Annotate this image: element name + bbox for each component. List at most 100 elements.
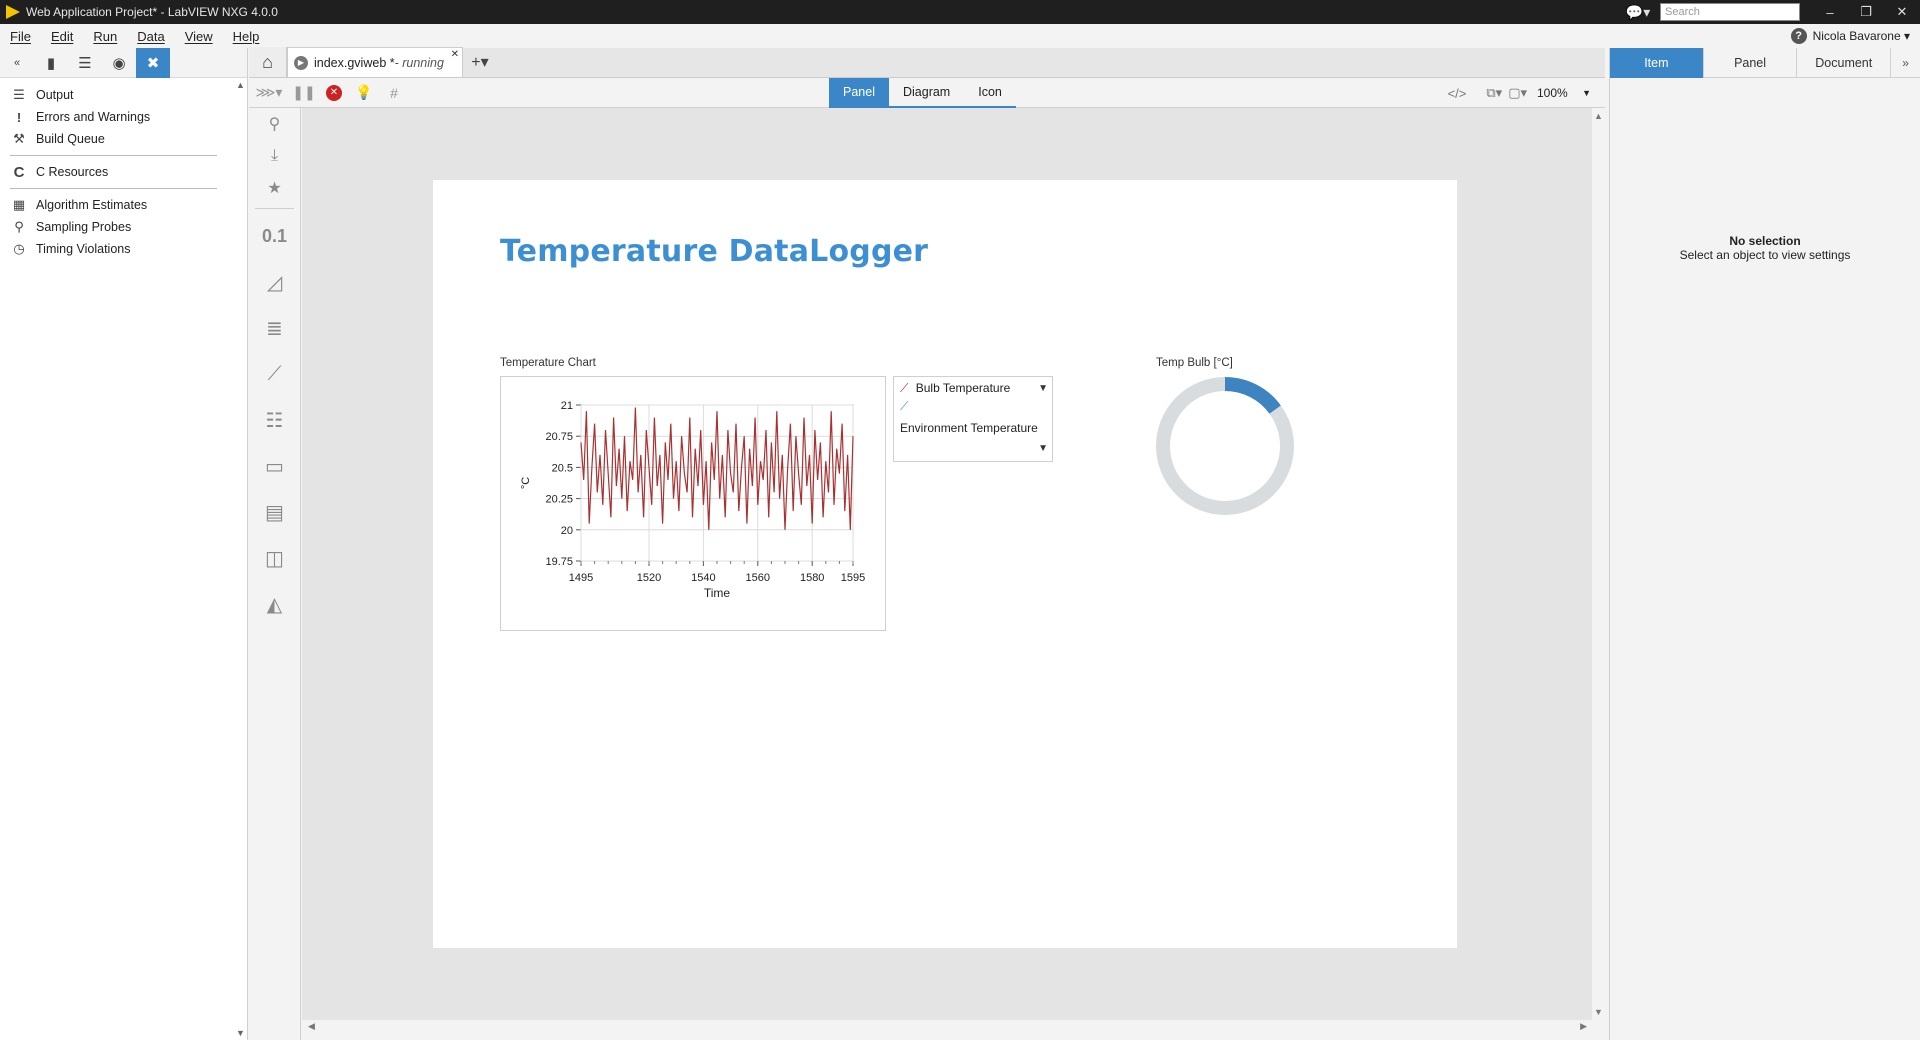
left-panel: « ▮ ☰ ◉ ✖ ☰ Output ! Errors and Warnings… (0, 47, 248, 1040)
scroll-down-icon[interactable]: ▼ (236, 1028, 245, 1038)
numeric-icon[interactable]: 0.1 (249, 213, 300, 259)
hammer-icon: ⚒ (13, 131, 25, 146)
container-icon[interactable]: ▤ (249, 489, 300, 535)
tab-document[interactable]: Document (1797, 48, 1892, 78)
no-selection-message: No selection Select an object to view se… (1610, 234, 1920, 262)
left-item-algorithm-estimates[interactable]: ▦ Algorithm Estimates (0, 194, 247, 216)
x-tick-label: 1540 (691, 572, 715, 584)
legend-dropdown-icon[interactable]: ▼ (1038, 383, 1048, 394)
clock-icon: ◷ (13, 241, 25, 256)
menu-data[interactable]: Data (127, 29, 174, 44)
minimize-button[interactable]: – (1812, 5, 1848, 20)
tab-item[interactable]: Item (1610, 48, 1704, 78)
left-item-build-queue[interactable]: ⚒ Build Queue (0, 128, 247, 150)
dropdown-icon[interactable]: ▭ (249, 443, 300, 489)
user-menu[interactable]: Nicola Bavarone ▾ (1813, 29, 1910, 43)
string-icon[interactable]: ≣ (249, 305, 300, 351)
y-tick-label: 20.75 (545, 431, 573, 443)
run-icon[interactable]: ⋙▾ (249, 78, 289, 108)
shapes-icon[interactable]: ◭ (249, 581, 300, 627)
code-icon[interactable]: </> (1448, 86, 1467, 101)
home-icon[interactable]: ⌂ (249, 47, 287, 77)
scroll-left-icon[interactable]: ◀ (308, 1021, 315, 1032)
x-tick-label: 1595 (841, 572, 865, 584)
left-item-timing-violations[interactable]: ◷ Timing Violations (0, 238, 247, 260)
table-icon[interactable]: ☷ (249, 397, 300, 443)
tools-icon[interactable]: ✖ (136, 47, 170, 78)
tab-icon[interactable]: Icon (964, 78, 1016, 106)
close-button[interactable]: ✕ (1884, 4, 1920, 20)
canvas-vertical-scrollbar[interactable]: ▲ ▼ (1592, 108, 1605, 1020)
restore-button[interactable]: ❐ (1848, 4, 1884, 20)
palette-strip: ⚲ ⤓ ★ 0.1 ◿ ≣ ⟋ ☷ ▭ ▤ ◫ ◭ (249, 108, 301, 1040)
retain-values-icon[interactable]: # (379, 78, 409, 108)
menu-bar: File Edit Run Data View Help ? Nicola Ba… (0, 24, 1920, 48)
download-icon[interactable]: ⤓ (249, 140, 300, 172)
no-selection-subtitle: Select an object to view settings (1679, 248, 1851, 262)
panel-canvas: Temperature DataLogger Temperature Chart… (302, 108, 1592, 1020)
pause-icon[interactable]: ❚❚ (289, 78, 319, 108)
chart-legend[interactable]: ⟋ Bulb Temperature ▼ ⟋ Environment Tempe… (893, 376, 1053, 462)
layers-icon[interactable]: ☰ (68, 48, 102, 78)
labview-app-icon (6, 5, 20, 19)
menu-view[interactable]: View (175, 29, 223, 44)
close-tab-icon[interactable]: ✕ (451, 49, 459, 60)
menu-file[interactable]: File (0, 29, 41, 44)
divider (255, 208, 294, 209)
menu-edit[interactable]: Edit (41, 29, 83, 44)
left-item-sampling-probes[interactable]: ⚲ Sampling Probes (0, 216, 247, 238)
tab-panel[interactable]: Panel (829, 78, 889, 106)
left-item-c-resources[interactable]: C C Resources (0, 161, 247, 183)
graph-icon[interactable]: ⟋ (249, 351, 300, 397)
zoom-select[interactable]: 100% ▼ (1533, 82, 1595, 104)
divider (10, 155, 217, 156)
search-input[interactable]: Search (1660, 3, 1800, 21)
collapse-icon[interactable]: « (0, 48, 34, 78)
abort-button[interactable]: ✕ (319, 78, 349, 108)
record-icon[interactable]: ◉ (102, 48, 136, 78)
list-icon: ☰ (13, 87, 25, 102)
left-item-output[interactable]: ☰ Output (0, 84, 247, 106)
file-icon[interactable]: ▮ (34, 48, 68, 78)
scroll-up-icon[interactable]: ▲ (1594, 111, 1603, 121)
c-icon: C (13, 163, 25, 181)
gauge-label: Temp Bulb [°C] (1156, 357, 1233, 369)
canvas-horizontal-scrollbar[interactable]: ◀ ▶ (302, 1020, 1605, 1034)
tab-diagram[interactable]: Diagram (889, 78, 964, 106)
boolean-icon[interactable]: ◿ (249, 259, 300, 305)
menu-run[interactable]: Run (83, 29, 127, 44)
x-axis-label: Time (704, 586, 731, 600)
x-tick-label: 1580 (800, 572, 824, 584)
highlight-icon[interactable]: 💡 (349, 78, 379, 108)
legend-dropdown-icon[interactable]: ▼ (1038, 443, 1048, 454)
panel-page[interactable]: Temperature DataLogger Temperature Chart… (433, 180, 1457, 948)
help-icon[interactable]: ? (1790, 28, 1807, 44)
temp-bulb-gauge[interactable] (1155, 376, 1295, 516)
exclamation-icon: ! (16, 109, 22, 125)
add-tab-icon[interactable]: +▾ (463, 47, 497, 77)
tab-panel-settings[interactable]: Panel (1704, 48, 1798, 78)
star-icon[interactable]: ★ (249, 172, 300, 204)
search-icon[interactable]: ⚲ (249, 108, 300, 140)
left-panel-scrollbar[interactable]: ▲ ▼ (235, 78, 247, 1040)
view-switcher: Panel Diagram Icon (829, 78, 1016, 108)
tab-control-icon[interactable]: ◫ (249, 535, 300, 581)
no-selection-title: No selection (1729, 234, 1801, 248)
document-tab-bar: ⌂ ▶ index.gviweb * - running ✕ +▾ (249, 47, 1605, 78)
temperature-chart[interactable]: 19.75 20 20.25 20.5 20.75 21 1495 1520 1540 1560 1… (500, 376, 886, 631)
collapse-right-icon[interactable]: » (1891, 48, 1920, 77)
scroll-up-icon[interactable]: ▲ (236, 80, 245, 90)
menu-help[interactable]: Help (223, 29, 270, 44)
probe-icon: ⚲ (14, 219, 24, 234)
feedback-icon[interactable]: 💬▾ (1624, 4, 1652, 21)
tab-doc-name: index.gviweb * (314, 55, 395, 70)
chart-label: Temperature Chart (500, 357, 596, 369)
window-title: Web Application Project* - LabVIEW NXG 4… (26, 5, 278, 19)
tab-index-gviweb[interactable]: ▶ index.gviweb * - running ✕ (287, 47, 463, 77)
scroll-right-icon[interactable]: ▶ (1580, 1021, 1587, 1032)
left-item-errors[interactable]: ! Errors and Warnings (0, 106, 247, 128)
scroll-down-icon[interactable]: ▼ (1594, 1007, 1603, 1017)
align-icon[interactable]: ⧉▾ (1486, 85, 1502, 101)
frame-icon[interactable]: ▢▾ (1508, 85, 1527, 101)
y-tick-label: 20.5 (552, 462, 573, 474)
